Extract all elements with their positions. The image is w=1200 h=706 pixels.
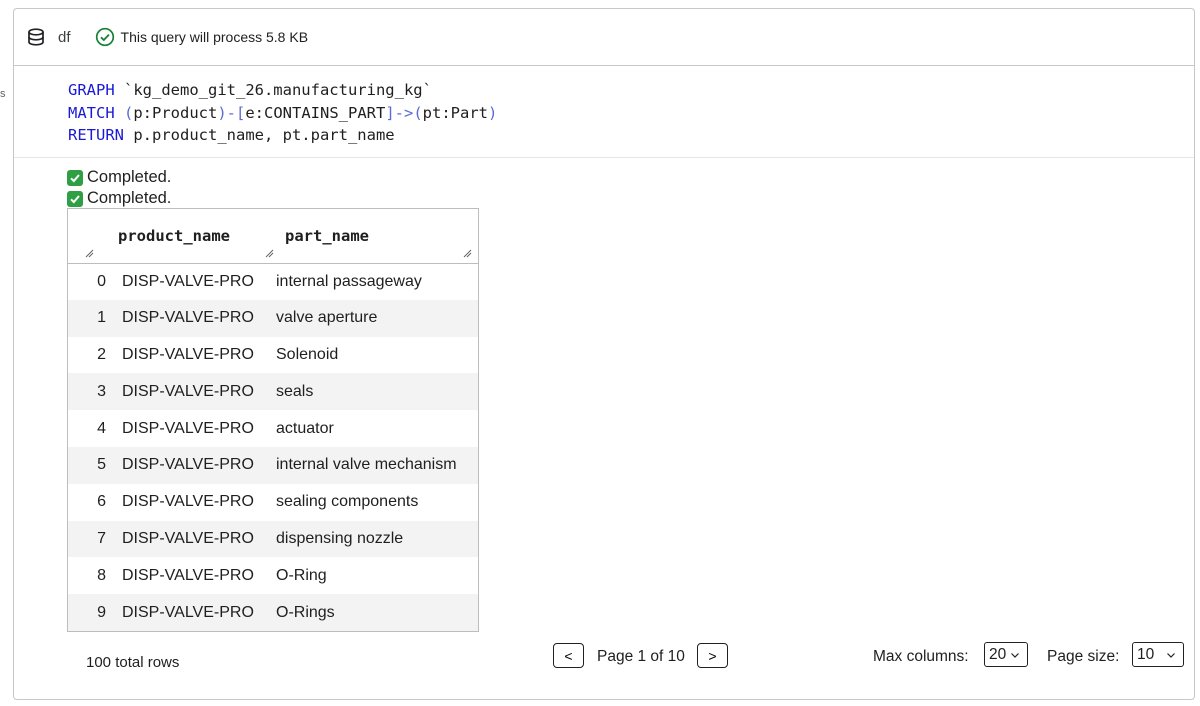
page-size-select[interactable]: 10: [1132, 642, 1184, 667]
part-name-cell: internal valve mechanism: [276, 446, 478, 484]
row-index: 7: [68, 520, 108, 558]
chevron-down-icon: [1167, 652, 1176, 658]
part-name-cell: O-Rings: [276, 594, 478, 631]
table-row: 0 DISP-VALVE-PRO internal passageway: [68, 263, 478, 300]
product-name-cell: DISP-VALVE-PRO: [122, 566, 254, 584]
product-name-cell: DISP-VALVE-PRO: [122, 272, 254, 290]
table-row: 7 DISP-VALVE-PRO dispensing nozzle: [68, 520, 478, 558]
edge-text-fragment: s: [0, 88, 6, 100]
part-name-cell: internal passageway: [276, 272, 422, 290]
row-index: 1: [68, 299, 108, 337]
check-circle-icon: [95, 27, 115, 47]
total-rows-label: 100 total rows: [86, 654, 180, 671]
notebook-cell: df This query will process 5.8 KB GRAPH …: [13, 8, 1195, 700]
status-text: Completed.: [87, 189, 172, 207]
next-page-button[interactable]: >: [697, 643, 728, 668]
dataframe-name[interactable]: df: [58, 29, 71, 46]
row-index: 4: [97, 419, 106, 437]
row-index: 0: [97, 272, 106, 290]
node-part: pt:Part: [422, 103, 488, 122]
column-header-part-name[interactable]: part_name: [276, 209, 478, 264]
product-name-cell: DISP-VALVE-PRO: [108, 373, 276, 411]
row-index: 3: [68, 373, 108, 411]
node-product: p:Product: [133, 103, 218, 122]
checkmark-box-icon: [67, 169, 83, 186]
graph-name: `kg_demo_git_26.manufacturing_kg`: [114, 81, 432, 99]
table-row: 2 DISP-VALVE-PRO Solenoid: [68, 337, 478, 374]
keyword-return: RETURN: [68, 126, 124, 144]
table-footer: 100 total rows < Page 1 of 10 > Max colu…: [14, 638, 1194, 688]
paren-open: (: [114, 103, 134, 122]
row-index: 8: [97, 566, 106, 584]
part-name-cell: sealing components: [276, 493, 419, 511]
product-name-cell: DISP-VALVE-PRO: [122, 345, 254, 363]
part-name-cell: valve aperture: [276, 299, 478, 337]
product-name-cell: DISP-VALVE-PRO: [108, 446, 276, 484]
product-name-cell: DISP-VALVE-PRO: [122, 493, 254, 511]
status-text: Completed.: [87, 168, 172, 186]
table-row: 6 DISP-VALVE-PRO sealing components: [68, 484, 478, 521]
resize-handle-icon[interactable]: [462, 244, 472, 257]
page-indicator: Page 1 of 10: [597, 648, 685, 665]
code-line-1: GRAPH `kg_demo_git_26.manufacturing_kg`: [68, 79, 1194, 102]
part-name-cell: Solenoid: [276, 345, 339, 363]
column-header-label: part_name: [285, 226, 369, 245]
product-name-cell: DISP-VALVE-PRO: [108, 299, 276, 337]
table-row: 9 DISP-VALVE-PRO O-Rings: [68, 594, 478, 631]
previous-page-button[interactable]: <: [553, 643, 584, 668]
edge-arrow: ]->(: [385, 103, 423, 122]
page-size-label: Page size:: [1047, 648, 1120, 665]
paren-close: ): [487, 103, 498, 122]
part-name-cell: seals: [276, 373, 478, 411]
resize-handle-icon[interactable]: [84, 244, 94, 257]
table-row: 1 DISP-VALVE-PRO valve aperture: [68, 299, 478, 337]
table-row: 5 DISP-VALVE-PRO internal valve mechanism: [68, 446, 478, 484]
max-columns-value: 20: [989, 645, 1007, 663]
edge-open: )-[: [217, 103, 246, 122]
results-table: product_name part_name 0 DISP-VALVE-PRO …: [67, 208, 479, 632]
row-index: 5: [68, 446, 108, 484]
part-name-cell: O-Ring: [276, 566, 327, 584]
query-editor[interactable]: GRAPH `kg_demo_git_26.manufacturing_kg` M…: [14, 66, 1194, 158]
query-process-message: This query will process 5.8 KB: [120, 29, 309, 45]
product-name-cell: DISP-VALVE-PRO: [108, 520, 276, 558]
code-line-3: RETURN p.product_name, pt.part_name: [68, 124, 1194, 147]
status-line: Completed.: [67, 167, 1194, 188]
row-index: 2: [97, 345, 106, 363]
status-line: Completed.: [67, 188, 1194, 209]
row-index: 6: [97, 493, 106, 511]
column-header-product-name[interactable]: product_name: [108, 209, 276, 264]
table-row: 3 DISP-VALVE-PRO seals: [68, 373, 478, 411]
table-row: 4 DISP-VALVE-PRO actuator: [68, 410, 478, 447]
keyword-graph: GRAPH: [68, 81, 115, 99]
code-line-2: MATCH (p:Product)-[e:CONTAINS_PART]->(pt…: [68, 102, 1194, 125]
part-name-cell: actuator: [276, 419, 334, 437]
product-name-cell: DISP-VALVE-PRO: [122, 419, 254, 437]
database-icon: [26, 27, 46, 47]
keyword-match: MATCH: [68, 103, 115, 122]
resize-handle-icon[interactable]: [264, 244, 274, 257]
chevron-down-icon: [1011, 652, 1020, 658]
column-header-label: product_name: [118, 226, 230, 245]
cell-output: Completed. Completed. product_name part_…: [14, 158, 1194, 698]
index-header[interactable]: [68, 209, 108, 264]
edge-contains-part: e:CONTAINS_PART: [245, 103, 386, 122]
checkmark-box-icon: [67, 190, 83, 207]
part-name-cell: dispensing nozzle: [276, 520, 478, 558]
table-header-row: product_name part_name: [68, 209, 478, 264]
return-fields: p.product_name, pt.part_name: [124, 126, 395, 144]
table-row: 8 DISP-VALVE-PRO O-Ring: [68, 557, 478, 594]
max-columns-label: Max columns:: [873, 648, 969, 665]
row-index: 9: [68, 594, 108, 631]
page-size-value: 10: [1137, 645, 1155, 663]
cell-header: df This query will process 5.8 KB: [14, 9, 1194, 66]
max-columns-select[interactable]: 20: [984, 642, 1028, 667]
product-name-cell: DISP-VALVE-PRO: [108, 594, 276, 631]
